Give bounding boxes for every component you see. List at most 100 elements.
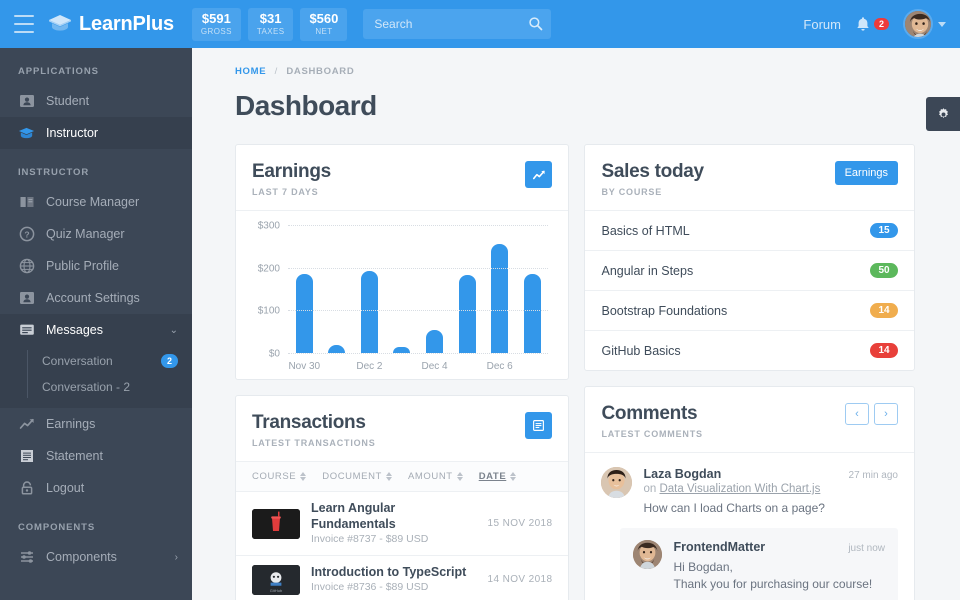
brand-logo[interactable]: LearnPlus (48, 12, 174, 36)
sidebar-item-course-manager[interactable]: Course Manager (0, 186, 192, 218)
sales-row[interactable]: GitHub Basics 14 (585, 331, 914, 370)
sidebar-subitem-label: Conversation (42, 354, 113, 368)
transactions-column-header[interactable]: AMOUNT (408, 471, 463, 482)
sidebar-item-label: Statement (46, 449, 103, 463)
graduation-cap-icon (49, 15, 71, 31)
chart-x-tick-label: Dec 2 (356, 361, 383, 372)
transactions-column-header[interactable]: DATE (479, 471, 517, 482)
dashboard-grid: Earnings LAST 7 DAYS $0 $100 $200 $300 N… (192, 122, 960, 600)
sales-list: Basics of HTML 15 Angular in Steps 50 Bootst… (585, 211, 914, 370)
sidebar-item-earnings[interactable]: Earnings (0, 408, 192, 440)
brand-name: LearnPlus (79, 12, 174, 35)
user-menu[interactable] (903, 9, 946, 39)
sidebar-item-instructor[interactable]: Instructor (0, 117, 192, 149)
transaction-details: Learn Angular Fundamentals Invoice #8737 … (311, 500, 476, 547)
settings-panel-toggle[interactable] (926, 97, 960, 131)
sidebar-item-components[interactable]: Components › (0, 541, 192, 573)
chart-bar-slot (321, 225, 354, 353)
svg-text:?: ? (24, 229, 29, 239)
transaction-date: 14 NOV 2018 (487, 574, 553, 585)
chart-bar-slot (516, 225, 549, 353)
chevron-down-icon (938, 21, 946, 27)
user-card-icon (18, 290, 35, 307)
stat-gross-value: $591 (201, 10, 231, 26)
user-card-icon (18, 93, 35, 110)
sidebar-subitem-label: Conversation - 2 (42, 380, 131, 394)
chart-bar[interactable] (360, 270, 378, 353)
table-row[interactable]: Learn Angular Fundamentals Invoice #8737 … (236, 492, 569, 556)
earnings-title: Earnings (252, 161, 331, 182)
chart-bar[interactable] (491, 244, 509, 353)
sidebar-item-messages[interactable]: Messages ⌄ (0, 314, 192, 346)
chart-bar-slot (483, 225, 516, 353)
sidebar-item-logout[interactable]: Logout (0, 472, 192, 504)
earnings-card: Earnings LAST 7 DAYS $0 $100 $200 $300 N… (235, 144, 570, 380)
transactions-column-header[interactable]: DOCUMENT (322, 471, 392, 482)
comments-prev-button[interactable]: ‹ (845, 403, 869, 425)
stat-taxes[interactable]: $31 TAXES (247, 7, 294, 41)
sales-title: Sales today (601, 161, 704, 182)
sidebar-item-statement[interactable]: Statement (0, 440, 192, 472)
sidebar-item-public-profile[interactable]: Public Profile (0, 250, 192, 282)
chart-bar[interactable] (328, 345, 346, 353)
table-row[interactable]: GitHub Introduction to TypeScript Invoice … (236, 556, 568, 600)
page-title: Dashboard (235, 90, 377, 121)
chart-bar-slot (353, 225, 386, 353)
hamburger-icon[interactable] (14, 15, 36, 33)
chart-bar[interactable] (458, 275, 476, 353)
reply-avatar (633, 540, 663, 569)
chart-bar-slot (386, 225, 419, 353)
transactions-column-headers: COURSE DOCUMENT AMOUNT DATE (236, 462, 569, 492)
sidebar-item-label: Account Settings (46, 291, 140, 305)
sales-row[interactable]: Basics of HTML 15 (585, 211, 914, 251)
stat-net-value: $560 (309, 10, 339, 26)
sidebar-item-label: Earnings (46, 417, 96, 431)
chart-bar[interactable] (426, 329, 444, 353)
gear-icon (938, 107, 948, 118)
forum-link[interactable]: Forum (803, 17, 841, 32)
chart-bar[interactable] (295, 274, 313, 353)
breadcrumb-separator: / (274, 66, 278, 77)
stat-gross[interactable]: $591 GROSS (191, 7, 241, 41)
conversation-badge: 2 (160, 354, 178, 368)
comments-next-button[interactable]: › (874, 403, 898, 425)
chart-x-tick-label (451, 361, 484, 372)
sales-earnings-button[interactable]: Earnings (834, 161, 898, 185)
transaction-invoice: Invoice #8737 - $89 USD (311, 533, 429, 545)
sidebar-subitem-conversation-2[interactable]: Conversation - 2 (0, 374, 192, 400)
comment-course-link[interactable]: Data Visualization With Chart.js (659, 483, 820, 495)
sort-arrows-icon[interactable] (385, 472, 392, 481)
transactions-list-button[interactable] (525, 412, 553, 439)
transactions-card: Transactions LATEST TRANSACTIONS COURSE … (235, 395, 570, 600)
chart-bar-slot (451, 225, 484, 353)
transactions-column-header[interactable]: COURSE (252, 471, 307, 482)
sidebar-item-label: Course Manager (46, 195, 140, 209)
chart-bar[interactable] (523, 274, 541, 353)
sort-arrows-icon[interactable] (456, 472, 463, 481)
notifications-button[interactable]: 2 (855, 16, 889, 33)
stat-net[interactable]: $560 NET (300, 7, 348, 41)
sidebar-item-label: Logout (46, 481, 85, 495)
sales-row[interactable]: Bootstrap Foundations 14 (585, 291, 914, 331)
earnings-chart-button[interactable] (525, 161, 553, 188)
chart-bars (288, 225, 548, 353)
transaction-invoice: Invoice #8736 - $89 USD (311, 581, 429, 593)
sidebar-item-account-settings[interactable]: Account Settings (0, 282, 192, 314)
sort-arrows-icon[interactable] (510, 472, 517, 481)
transaction-date: 15 NOV 2018 (487, 518, 553, 529)
sidebar-item-student[interactable]: Student (0, 85, 192, 117)
github-octocat-icon: GitHub (252, 564, 300, 595)
sidebar-subitem-conversation[interactable]: Conversation 2 (0, 348, 192, 374)
sort-arrows-icon[interactable] (300, 472, 307, 481)
chevron-right-icon: › (174, 551, 178, 563)
receipt-icon (18, 448, 35, 465)
sales-row[interactable]: Angular in Steps 50 (585, 251, 914, 291)
search-input[interactable] (363, 9, 552, 39)
breadcrumb-home[interactable]: HOME (235, 66, 266, 77)
search-icon[interactable] (528, 16, 543, 31)
comments-pager: ‹ › (845, 403, 898, 425)
comments-subtitle: LATEST COMMENTS (601, 429, 703, 439)
reply-line-2: Thank you for purchasing our course! (673, 577, 873, 591)
sidebar-item-quiz-manager[interactable]: ? Quiz Manager (0, 218, 192, 250)
transactions-list: Learn Angular Fundamentals Invoice #8737 … (236, 492, 569, 600)
